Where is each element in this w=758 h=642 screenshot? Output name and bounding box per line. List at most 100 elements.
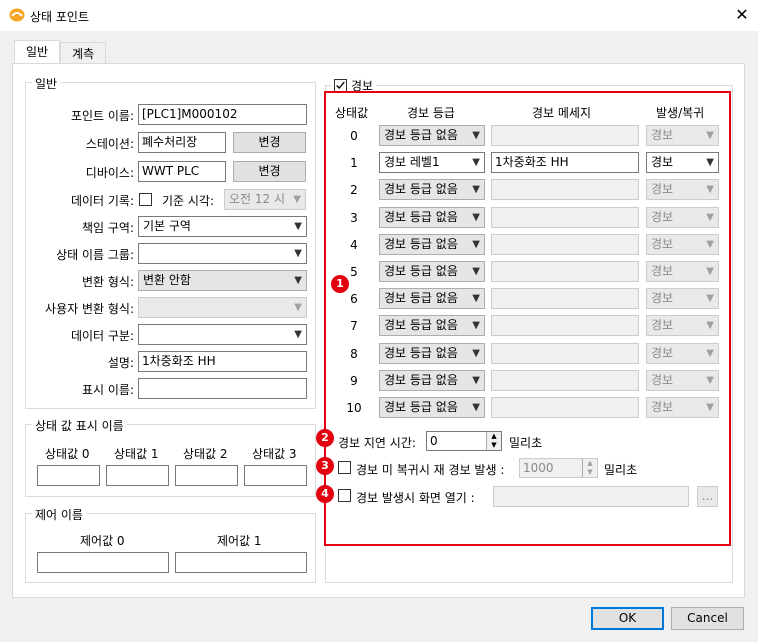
alarm-row-message-field[interactable] [491, 343, 639, 364]
alarm-row-occur-select[interactable]: 경보 ▼ [646, 261, 719, 282]
chevron-down-icon: ▼ [472, 157, 480, 168]
user-conv-label: 사용자 변환 형식: [45, 302, 134, 316]
header-level: 경보 등급 [407, 106, 455, 120]
state-display-field-0[interactable] [37, 465, 100, 486]
open-screen-field[interactable] [493, 486, 689, 507]
chevron-down-icon: ▼ [294, 221, 302, 232]
spin-up-icon[interactable]: ▲ [487, 432, 501, 441]
base-time-select[interactable]: 오전 12 시 ▼ [224, 189, 306, 210]
alarm-row-level-select[interactable]: 경보 등급 없음 ▼ [379, 315, 485, 336]
open-screen-checkbox[interactable] [338, 489, 351, 502]
state-group-label: 상태 이름 그룹: [56, 248, 134, 262]
state-display-label-3: 상태값 3 [252, 447, 297, 461]
state-display-field-3[interactable] [244, 465, 307, 486]
alarm-row-occur-select[interactable]: 경보 ▼ [646, 125, 719, 146]
chevron-down-icon: ▼ [294, 329, 302, 340]
data-class-select[interactable]: ▼ [138, 324, 307, 345]
alarm-row-occur-select[interactable]: 경보 ▼ [646, 370, 719, 391]
alarm-row-occur-select[interactable]: 경보 ▼ [646, 343, 719, 364]
alarm-row-level-value: 경보 등급 없음 [384, 210, 458, 224]
alarm-row-occur-value: 경보 [651, 264, 674, 278]
state-display-label-0: 상태값 0 [45, 447, 90, 461]
alarm-row-message-field[interactable] [491, 125, 639, 146]
badge-1: 1 [331, 275, 349, 293]
station-change-button[interactable]: 변경 [233, 132, 306, 153]
chevron-down-icon: ▼ [294, 248, 302, 259]
cancel-button[interactable]: Cancel [671, 607, 744, 630]
repeat-spin-buttons[interactable]: ▲ ▼ [582, 459, 597, 477]
conv-format-select[interactable]: 변환 안함 ▼ [138, 270, 307, 291]
alarm-row-level-select[interactable]: 경보 레벨1 ▼ [379, 152, 485, 173]
alarm-row-level-value: 경보 등급 없음 [384, 264, 458, 278]
chevron-down-icon: ▼ [472, 293, 480, 304]
user-conv-select[interactable]: ▼ [138, 297, 307, 318]
checkmark-icon [336, 81, 345, 90]
close-icon[interactable]: ✕ [733, 6, 751, 24]
device-change-button[interactable]: 변경 [233, 161, 306, 182]
alarm-row-state: 10 [346, 401, 362, 415]
alarm-row-message-field[interactable]: 1차중화조 HH [491, 152, 639, 173]
alarm-row-occur-select[interactable]: 경보 ▼ [646, 207, 719, 228]
state-display-label-2: 상태값 2 [183, 447, 228, 461]
station-field[interactable]: 폐수처리장 [138, 132, 226, 153]
alarm-row-level-select[interactable]: 경보 등급 없음 ▼ [379, 234, 485, 255]
alarm-row-occur-value: 경보 [651, 291, 674, 305]
device-field[interactable]: WWT PLC [138, 161, 226, 182]
alarm-row-state: 4 [350, 238, 358, 252]
alarm-row-level-select[interactable]: 경보 등급 없음 ▼ [379, 179, 485, 200]
alarm-row-level-value: 경보 등급 없음 [384, 182, 458, 196]
alarm-row-level-select[interactable]: 경보 등급 없음 ▼ [379, 125, 485, 146]
chevron-down-icon: ▼ [706, 157, 714, 168]
alarm-row-level-select[interactable]: 경보 등급 없음 ▼ [379, 207, 485, 228]
alarm-row-level-value: 경보 등급 없음 [384, 373, 458, 387]
alarm-row-level-select[interactable]: 경보 등급 없음 ▼ [379, 370, 485, 391]
alarm-row-message-field[interactable] [491, 315, 639, 336]
alarm-row-level-select[interactable]: 경보 등급 없음 ▼ [379, 397, 485, 418]
point-name-field[interactable]: [PLC1]M000102 [138, 104, 307, 125]
repeat-checkbox[interactable] [338, 461, 351, 474]
alarm-row-message-field[interactable] [491, 288, 639, 309]
device-label: 디바이스: [85, 166, 134, 180]
delay-spin-buttons[interactable]: ▲ ▼ [486, 432, 501, 450]
alarm-row-state: 2 [350, 183, 358, 197]
alarm-row-message-field[interactable] [491, 234, 639, 255]
alarm-row-occur-select[interactable]: 경보 ▼ [646, 152, 719, 173]
alarm-row-occur-select[interactable]: 경보 ▼ [646, 179, 719, 200]
chevron-down-icon: ▼ [472, 348, 480, 359]
general-group-label: 일반 [32, 75, 61, 92]
header-state: 상태값 [335, 106, 369, 120]
alarm-row-level-select[interactable]: 경보 등급 없음 ▼ [379, 343, 485, 364]
alarm-row-message-field[interactable] [491, 179, 639, 200]
alarm-row-level-select[interactable]: 경보 등급 없음 ▼ [379, 288, 485, 309]
state-display-field-1[interactable] [106, 465, 169, 486]
alarm-row-occur-select[interactable]: 경보 ▼ [646, 397, 719, 418]
repeat-spinbox[interactable]: 1000 ▲ ▼ [519, 458, 598, 478]
alarm-row-message-field[interactable] [491, 261, 639, 282]
state-display-field-2[interactable] [175, 465, 238, 486]
control-field-1[interactable] [175, 552, 307, 573]
spin-up-icon[interactable]: ▲ [583, 459, 597, 468]
ok-button[interactable]: OK [591, 607, 664, 630]
alarm-row-occur-select[interactable]: 경보 ▼ [646, 288, 719, 309]
alarm-row-occur-select[interactable]: 경보 ▼ [646, 234, 719, 255]
alarm-row-occur-select[interactable]: 경보 ▼ [646, 315, 719, 336]
control-field-0[interactable] [37, 552, 169, 573]
browse-button[interactable]: ... [697, 486, 718, 507]
state-group-select[interactable]: ▼ [138, 243, 307, 264]
alarm-row-message-field[interactable] [491, 397, 639, 418]
spin-down-icon[interactable]: ▼ [487, 441, 501, 450]
display-name-field[interactable] [138, 378, 307, 399]
delay-spinbox[interactable]: 0 ▲ ▼ [426, 431, 502, 451]
spin-down-icon[interactable]: ▼ [583, 468, 597, 477]
alarm-row-message-field[interactable] [491, 370, 639, 391]
alarm-row-message-field[interactable] [491, 207, 639, 228]
app-icon [9, 8, 25, 22]
chevron-down-icon: ▼ [472, 130, 480, 141]
resp-area-select[interactable]: 기본 구역 ▼ [138, 216, 307, 237]
alarm-row-level-select[interactable]: 경보 등급 없음 ▼ [379, 261, 485, 282]
chevron-down-icon: ▼ [706, 375, 714, 386]
data-record-checkbox[interactable] [139, 193, 152, 206]
description-field[interactable]: 1차중화조 HH [138, 351, 307, 372]
chevron-down-icon: ▼ [706, 239, 714, 250]
control-label-0: 제어값 0 [80, 534, 125, 548]
